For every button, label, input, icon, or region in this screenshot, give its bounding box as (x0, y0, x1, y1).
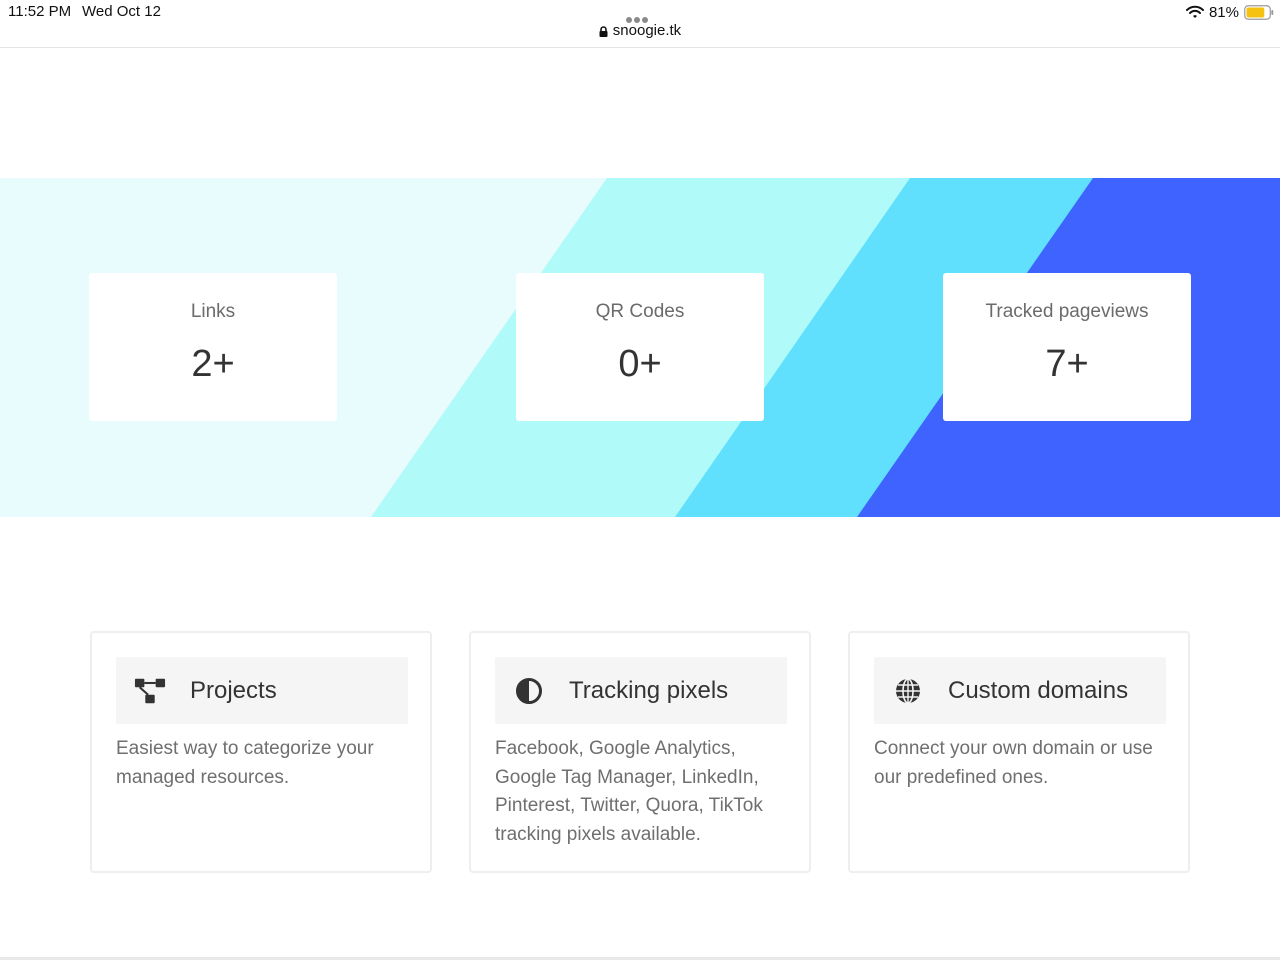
feature-description: Easiest way to categorize your managed r… (116, 738, 374, 788)
stat-card-tracked-pageviews: Tracked pageviews 7+ (943, 273, 1191, 421)
address-bar[interactable]: snoogie.tk (0, 22, 1280, 39)
stat-value: 0+ (618, 343, 662, 385)
stat-card-qr-codes: QR Codes 0+ (516, 273, 764, 421)
stats-hero: Links 2+ QR Codes 0+ Tracked pageviews 7… (0, 178, 1280, 517)
stat-card-links: Links 2+ (89, 273, 337, 421)
status-date: Wed Oct 12 (82, 3, 161, 20)
battery-percent: 81% (1208, 3, 1239, 21)
stat-label: Tracked pageviews (985, 301, 1149, 322)
feature-card-tracking-pixels: Tracking pixels Facebook, Google Analyti… (469, 631, 811, 873)
feature-card-projects: Projects Easiest way to categorize your … (90, 631, 432, 873)
feature-header: Projects (116, 657, 408, 724)
project-diagram-icon (134, 675, 166, 707)
feature-description: Connect your own domain or use our prede… (874, 738, 1153, 788)
battery-icon (1244, 4, 1274, 20)
feature-title: Custom domains (948, 676, 1129, 704)
status-time: 11:52 PM (8, 3, 72, 20)
status-bar: 11:52 PM Wed Oct 12 snoogie.tk 81% (0, 0, 1280, 48)
adjust-half-circle-icon (513, 675, 545, 707)
feature-title: Projects (190, 676, 277, 704)
feature-header: Tracking pixels (495, 657, 787, 724)
feature-header: Custom domains (874, 657, 1166, 724)
stat-label: QR Codes (595, 301, 685, 322)
feature-card-custom-domains: Custom domains Connect your own domain o… (848, 631, 1190, 873)
globe-icon (892, 675, 924, 707)
more-dots-icon[interactable] (626, 10, 654, 23)
wifi-icon (1185, 5, 1204, 19)
lock-icon (599, 26, 608, 37)
feature-title: Tracking pixels (569, 676, 729, 704)
url-text: snoogie.tk (612, 22, 682, 39)
stat-value: 7+ (1045, 343, 1089, 385)
feature-description: Facebook, Google Analytics, Google Tag M… (495, 738, 763, 845)
stat-label: Links (190, 301, 236, 322)
stat-value: 2+ (191, 343, 235, 385)
